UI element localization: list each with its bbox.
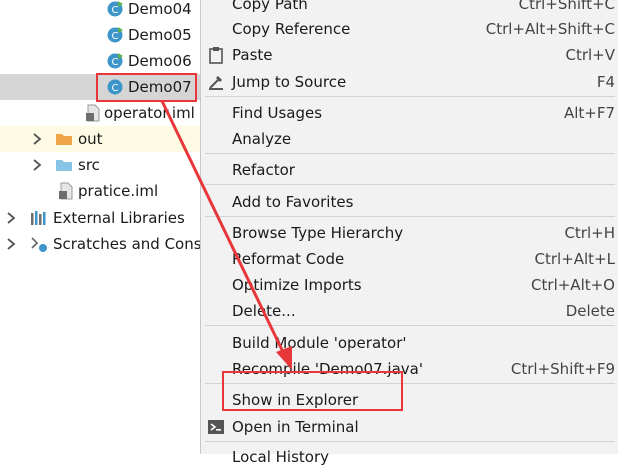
annotation-box-demo07 [96,73,197,102]
menu-item-shortcut: Ctrl+Alt+Shift+C [485,20,615,38]
svg-text:C: C [112,31,119,42]
chevron-right-icon[interactable] [4,210,18,226]
annotation-box-show-in-explorer [222,371,403,411]
menu-item-label: Reformat Code [232,250,345,268]
menu-item-label: Local History [232,448,330,466]
tree-item-pratice-iml[interactable]: pratice.iml [0,178,200,204]
menu-item-label: Find Usages [232,104,323,122]
menu-separator [205,441,615,442]
tree-item-out[interactable]: out [0,126,200,152]
chevron-right-icon[interactable] [30,131,44,147]
tree-item-label: External Libraries [53,209,185,227]
menu-item-browse-type-hierarchy[interactable]: Browse Type Hierarchy Ctrl+H [201,221,618,245]
menu-item-refactor[interactable]: Refactor [201,158,618,182]
menu-item-open-in-terminal[interactable]: Open in Terminal [201,415,618,439]
menu-item-build-module[interactable]: Build Module 'operator' [201,331,618,355]
tree-item-label: operator.iml [104,104,195,122]
menu-item-paste[interactable]: Paste Ctrl+V [201,43,618,67]
tree-item-demo05[interactable]: C Demo05 [0,22,200,48]
tree-item-demo04[interactable]: C Demo04 [0,0,200,22]
menu-item-shortcut: F4 [596,73,615,91]
menu-item-shortcut: Ctrl+Alt+L [534,250,616,268]
menu-separator [205,96,615,97]
menu-item-find-usages[interactable]: Find Usages Alt+F7 [201,101,618,125]
folder-icon [56,134,72,145]
tree-item-operator-iml[interactable]: operator.iml [0,100,200,126]
menu-item-add-to-favorites[interactable]: Add to Favorites [201,190,618,214]
menu-item-shortcut: Ctrl+Alt+O [531,276,615,294]
menu-item-analyze[interactable]: Analyze [201,127,618,151]
tree-item-label: src [78,156,100,174]
java-class-icon: C [107,1,123,17]
tree-item-demo06[interactable]: C Demo06 [0,48,200,74]
java-class-icon: C [107,53,123,69]
menu-item-label: Paste [232,46,273,64]
terminal-icon [208,420,224,434]
menu-item-optimize-imports[interactable]: Optimize Imports Ctrl+Alt+O [201,273,618,297]
library-icon [31,211,46,225]
menu-item-label: Build Module 'operator' [232,334,407,352]
menu-item-label: Delete... [232,302,296,320]
menu-item-label: Jump to Source [232,73,347,91]
folder-icon [56,160,72,171]
menu-separator [205,184,615,185]
chevron-right-icon[interactable] [4,236,18,252]
menu-item-shortcut: Ctrl+Shift+F9 [510,360,615,378]
svg-text:C: C [112,57,119,68]
menu-item-copy-reference[interactable]: Copy Reference Ctrl+Alt+Shift+C [201,17,618,41]
menu-item-label: Refactor [232,161,295,179]
tree-item-external-libraries[interactable]: External Libraries [0,205,200,231]
tree-item-scratches[interactable]: Scratches and Conso [0,231,200,257]
tree-item-src[interactable]: src [0,152,200,178]
menu-separator [205,153,615,154]
menu-item-label: Add to Favorites [232,193,354,211]
menu-item-jump-to-source[interactable]: Jump to Source F4 [201,70,618,94]
menu-item-copy-path[interactable]: Copy Path Ctrl+Shift+C [201,0,618,16]
tree-item-label: Demo05 [128,26,192,44]
iml-file-icon [59,182,73,200]
menu-item-label: Analyze [232,130,292,148]
menu-item-label: Open in Terminal [232,418,359,436]
menu-separator [205,216,615,217]
paste-icon [209,47,223,64]
menu-separator [205,325,615,326]
menu-item-label: Copy Path [232,0,308,13]
tree-item-label: out [78,130,103,148]
svg-text:C: C [112,5,119,16]
menu-item-shortcut: Ctrl+H [564,224,615,242]
menu-item-shortcut: Ctrl+V [565,46,615,64]
iml-file-icon [86,104,100,122]
menu-item-label: Browse Type Hierarchy [232,224,404,242]
menu-item-shortcut: Ctrl+Shift+C [518,0,615,13]
menu-item-label: Optimize Imports [232,276,362,294]
menu-item-reformat-code[interactable]: Reformat Code Ctrl+Alt+L [201,247,618,271]
menu-item-shortcut: Alt+F7 [563,104,615,122]
tree-item-label: Demo04 [128,0,192,18]
tree-item-label: Scratches and Conso [53,235,200,253]
tree-item-label: Demo06 [128,52,192,70]
java-class-icon: C [107,27,123,43]
menu-item-delete[interactable]: Delete... Delete [201,299,618,323]
project-tree: C Demo04 C Demo05 C Demo06 C Demo07 oper… [0,0,200,449]
jump-to-source-icon [209,76,223,90]
menu-item-label: Copy Reference [232,20,351,38]
tree-item-label: pratice.iml [78,182,159,200]
scratches-icon [31,237,47,252]
menu-item-shortcut: Delete [565,302,615,320]
chevron-right-icon[interactable] [30,157,44,173]
